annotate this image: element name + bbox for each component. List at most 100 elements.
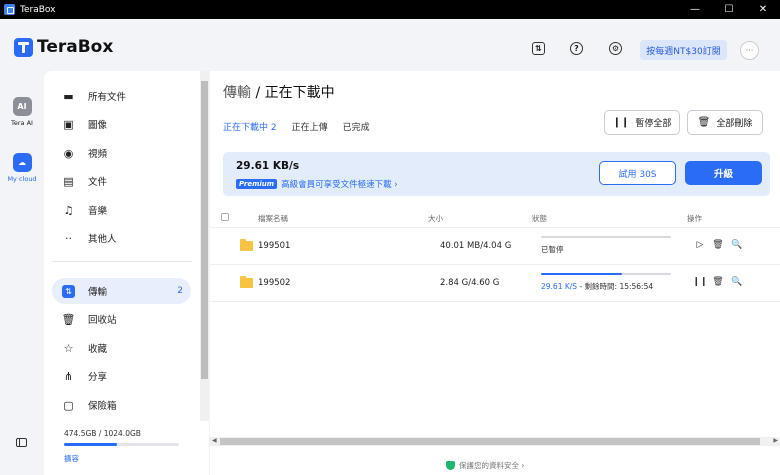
user-avatar[interactable]: ··· (740, 41, 759, 60)
file-name: 199501 (258, 241, 291, 251)
trash-icon: 🗑 (697, 117, 711, 128)
sidebar-divider (52, 261, 192, 262)
sidebar-item-documents[interactable]: ▤ 文件 (52, 168, 191, 194)
document-icon: ▤ (63, 174, 74, 188)
horizontal-scrollbar-thumb[interactable] (220, 438, 760, 445)
app-header: TeraBox ⇅ ? ⚙ 按每週NT$30訂閱 ··· (0, 19, 780, 71)
sidebar-item-recycle-bin[interactable]: 🗑 回收站 (52, 306, 191, 332)
sidebar-item-label: 傳輸 (88, 287, 108, 298)
storage-usage-fill (64, 443, 118, 446)
sidebar-item-safe[interactable]: ▢ 保險箱 (52, 392, 191, 418)
download-progress-bar (541, 273, 671, 275)
folder-icon (240, 239, 253, 251)
delete-all-label: 全部刪除 (716, 119, 753, 129)
scroll-left-arrow[interactable]: ◀ (212, 437, 217, 444)
sidebar-scrollbar-thumb[interactable] (201, 81, 208, 379)
app-icon (4, 4, 15, 15)
pause-all-label: 暫停全部 (635, 119, 672, 129)
download-progress-bar (541, 236, 671, 238)
video-icon: ◉ (63, 146, 74, 160)
locate-search-icon[interactable]: 🔍 (731, 276, 743, 288)
column-status: 狀態 (532, 214, 547, 223)
sidebar-item-others[interactable]: ·· 其他人 (52, 225, 191, 251)
page-title: 傳輸 / 正在下載中 (223, 82, 335, 102)
scroll-right-arrow[interactable]: ▶ (773, 437, 778, 444)
download-status: 29.61 K/S - 剩餘時間: 15:56:54 (541, 281, 653, 292)
breadcrumb-transfer[interactable]: 傳輸 (223, 85, 251, 101)
table-row[interactable]: 199501 40.01 MB/4.04 G 已暫停 ▷ 🗑 🔍 (210, 228, 780, 265)
privacy-text: 保護您的資料安全 › (459, 461, 525, 470)
file-name: 199502 (258, 278, 291, 288)
file-size: 2.84 G/4.60 G (440, 278, 500, 288)
sidebar-item-label: 收藏 (88, 344, 108, 355)
help-icon[interactable]: ? (570, 42, 583, 55)
column-name[interactable]: 檔案名稱 (258, 213, 288, 224)
tab-uploading[interactable]: 正在上傳 (292, 120, 328, 133)
download-speed: 29.61 KB/s (236, 160, 300, 172)
minimize-button[interactable]: — (678, 0, 712, 19)
delete-icon[interactable]: 🗑 (712, 276, 724, 288)
sidebar-item-label: 文件 (88, 177, 108, 188)
premium-message: 高級會員可享受文件極速下載 › (281, 180, 398, 190)
tera-ai-icon: AI (12, 97, 32, 116)
sidebar-item-label: 回收站 (88, 315, 117, 326)
sidebar-item-favorites[interactable]: ☆ 收藏 (52, 335, 191, 361)
others-icon: ·· (65, 231, 72, 245)
delete-all-button[interactable]: 🗑 全部刪除 (687, 110, 763, 135)
upgrade-button[interactable]: 升級 (685, 161, 762, 185)
sidebar-item-all-files[interactable]: ▬ 所有文件 (52, 83, 191, 109)
sidebar-item-music[interactable]: ♫ 音樂 (52, 197, 191, 223)
shield-icon (446, 461, 455, 470)
transfer-tabs: 正在下載中 2 正在上傳 已完成 (223, 120, 385, 133)
music-icon: ♫ (63, 203, 74, 217)
settings-gear-icon[interactable]: ⚙ (609, 42, 622, 55)
sidebar-item-label: 所有文件 (88, 92, 127, 103)
breadcrumb-current: 正在下載中 (264, 85, 335, 101)
rail-item-tera-ai[interactable]: AI Tera AI (0, 97, 44, 127)
close-button[interactable]: ✕ (746, 0, 780, 19)
all-files-icon: ▬ (63, 89, 74, 103)
pause-icon: ❙❙ (612, 117, 630, 128)
window-title: TeraBox (20, 4, 56, 15)
maximize-button[interactable]: ☐ (712, 0, 746, 19)
folder-icon (240, 276, 253, 288)
image-icon: ▣ (63, 117, 74, 131)
transfer-shortcut-icon[interactable]: ⇅ (532, 42, 545, 55)
sidebar-item-share[interactable]: ⋔ 分享 (52, 363, 191, 389)
column-size[interactable]: 大小 (428, 213, 443, 224)
table-row[interactable]: 199502 2.84 G/4.60 G 29.61 K/S - 剩餘時間: 1… (210, 265, 780, 302)
trial-button[interactable]: 試用 30S (599, 161, 676, 185)
transfer-icon: ⇅ (62, 284, 75, 298)
pause-icon[interactable]: ❙❙ (692, 276, 707, 288)
status-text: - 剩餘時間: 15:56:54 (577, 282, 654, 291)
terabox-logo[interactable]: TeraBox (14, 37, 113, 57)
delete-icon[interactable]: 🗑 (712, 239, 724, 251)
premium-badge: Premium (236, 179, 278, 189)
sidebar-item-label: 圖像 (88, 120, 108, 131)
subscribe-promo-button[interactable]: 按每週NT$30訂閱 (640, 40, 727, 60)
horizontal-scrollbar[interactable]: ◀ ▶ (210, 437, 780, 446)
sidebar-item-images[interactable]: ▣ 圖像 (52, 111, 191, 137)
storage-usage-text: 474.5GB / 1024.0GB (64, 429, 141, 438)
sidebar-item-transfer[interactable]: ⇅ 傳輸 2 (52, 278, 191, 304)
resume-icon[interactable]: ▷ (694, 239, 706, 251)
sidebar: ▬ 所有文件 ▣ 圖像 ◉ 視頻 ▤ 文件 ♫ 音樂 ·· 其他人 ⇅ 傳輸 2… (44, 71, 209, 475)
sidebar-scrollbar[interactable] (200, 71, 209, 421)
left-rail: AI Tera AI ☁ My cloud (0, 71, 44, 475)
rail-item-my-cloud[interactable]: ☁ My cloud (0, 153, 44, 183)
sidebar-item-videos[interactable]: ◉ 視頻 (52, 140, 191, 166)
sidebar-item-label: 音樂 (88, 206, 108, 217)
tab-downloading[interactable]: 正在下載中 2 (223, 120, 277, 133)
recycle-bin-icon: 🗑 (61, 312, 76, 326)
locate-search-icon[interactable]: 🔍 (731, 239, 743, 251)
select-all-checkbox[interactable] (221, 213, 229, 221)
privacy-notice[interactable]: 保護您的資料安全 › (446, 460, 524, 471)
sidebar-item-label: 保險箱 (88, 401, 117, 412)
premium-promo[interactable]: Premium 高級會員可享受文件極速下載 › (236, 178, 398, 190)
status-text: 已暫停 (541, 245, 564, 254)
sidebar-item-label: 視頻 (88, 149, 108, 160)
sidebar-toggle-icon[interactable] (16, 438, 27, 447)
tab-completed[interactable]: 已完成 (343, 120, 370, 133)
pause-all-button[interactable]: ❙❙ 暫停全部 (604, 110, 680, 135)
expand-storage-link[interactable]: 擴容 (64, 453, 79, 464)
